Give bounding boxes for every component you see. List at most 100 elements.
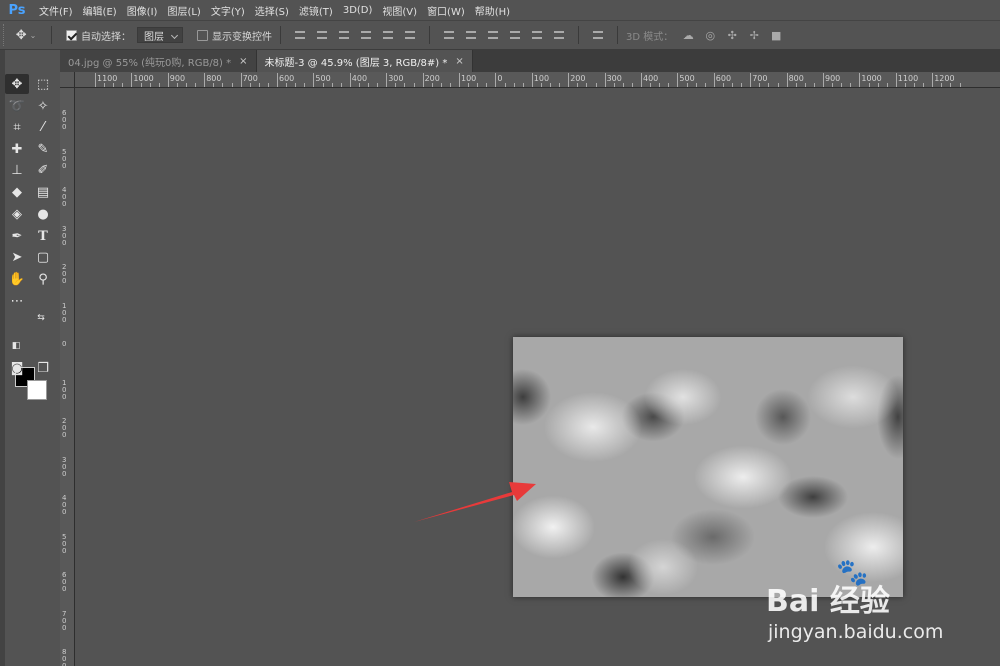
show-transform-checkbox[interactable] bbox=[197, 29, 208, 41]
scale-3d-icon[interactable]: ■ bbox=[765, 26, 787, 44]
auto-select-target-dropdown[interactable]: 图层 bbox=[137, 27, 183, 43]
distribute-bottom-icon[interactable] bbox=[482, 26, 504, 44]
eyedropper-tool-icon[interactable]: ⁄ bbox=[31, 117, 55, 137]
ruler-h-tick bbox=[732, 83, 733, 87]
ruler-h-tick bbox=[668, 83, 670, 87]
close-icon[interactable]: × bbox=[455, 56, 463, 67]
pan-3d-icon[interactable]: ✣ bbox=[721, 26, 743, 44]
auto-select-checkbox[interactable] bbox=[66, 29, 77, 41]
ruler-h-tick bbox=[559, 83, 561, 87]
distribute-right-icon[interactable] bbox=[548, 26, 570, 44]
lasso-tool-icon[interactable]: ➰ bbox=[5, 96, 29, 116]
ruler-h-tick bbox=[104, 83, 106, 87]
ruler-h-label: 1000 bbox=[861, 74, 882, 83]
background-color-swatch[interactable] bbox=[27, 380, 47, 400]
menu-edit[interactable]: 编辑(E) bbox=[78, 3, 122, 18]
screen-mode-icon[interactable]: ❐ bbox=[31, 358, 55, 378]
menu-help[interactable]: 帮助(H) bbox=[470, 3, 515, 18]
ruler-h-tick bbox=[422, 73, 424, 87]
roll-3d-icon[interactable]: ◎ bbox=[699, 26, 721, 44]
move-tool-icon[interactable]: ✥ bbox=[5, 74, 29, 94]
history-brush-tool-icon[interactable]: ✐ bbox=[31, 160, 55, 180]
distribute-hcenter-icon[interactable] bbox=[526, 26, 548, 44]
align-right-icon[interactable] bbox=[399, 26, 421, 44]
marquee-tool-icon[interactable]: ⬚ bbox=[31, 74, 55, 94]
divider bbox=[578, 26, 579, 44]
ruler-origin[interactable] bbox=[60, 72, 75, 88]
ruler-h-tick bbox=[459, 73, 460, 87]
watermark-url: jingyan.baidu.com bbox=[768, 621, 944, 643]
distribute-vcenter-icon[interactable] bbox=[460, 26, 482, 44]
magic-wand-tool-icon[interactable]: ✧ bbox=[31, 96, 55, 116]
default-colors-icon[interactable]: ◧ bbox=[10, 340, 22, 352]
ruler-v-label: 600 bbox=[62, 571, 67, 593]
tab-label: 04.jpg @ 55% (纯玩0购, RGB/8) * bbox=[68, 57, 232, 69]
align-left-icon[interactable] bbox=[355, 26, 377, 44]
hand-tool-icon[interactable]: ✋ bbox=[5, 269, 29, 289]
ruler-h-label: 500 bbox=[679, 74, 695, 83]
eraser-tool-icon[interactable]: ◆ bbox=[5, 182, 29, 202]
path-selection-tool-icon[interactable]: ➤ bbox=[5, 247, 29, 267]
blur-tool-icon[interactable]: ◈ bbox=[5, 204, 29, 224]
ruler-h-tick bbox=[595, 83, 597, 87]
crop-tool-icon[interactable]: ⌗ bbox=[5, 117, 29, 137]
align-vcenter-icon[interactable] bbox=[311, 26, 333, 44]
ruler-h-tick bbox=[495, 73, 497, 87]
ruler-h-tick bbox=[713, 73, 715, 87]
pen-tool-icon[interactable]: ✒ bbox=[5, 226, 29, 246]
close-icon[interactable]: × bbox=[239, 56, 247, 67]
menu-type[interactable]: 文字(Y) bbox=[206, 3, 250, 18]
tab-04-jpg[interactable]: 04.jpg @ 55% (纯玩0购, RGB/8) * × bbox=[60, 50, 257, 72]
auto-align-icon[interactable] bbox=[587, 26, 609, 44]
ruler-h-tick bbox=[195, 83, 197, 87]
clone-stamp-tool-icon[interactable]: ⊥ bbox=[5, 160, 29, 180]
dodge-tool-icon[interactable]: ● bbox=[31, 204, 55, 224]
align-hcenter-icon[interactable] bbox=[377, 26, 399, 44]
ruler-h-label: 200 bbox=[424, 74, 440, 83]
menu-filter[interactable]: 滤镜(T) bbox=[294, 3, 338, 18]
menu-select[interactable]: 选择(S) bbox=[250, 3, 294, 18]
move-tool-preset-button[interactable]: ✥ ⌄ bbox=[9, 24, 43, 46]
slide-3d-icon[interactable]: ✢ bbox=[743, 26, 765, 44]
ruler-h-tick bbox=[176, 83, 178, 87]
type-tool-icon[interactable]: T bbox=[31, 226, 55, 246]
menu-window[interactable]: 窗口(W) bbox=[422, 3, 470, 18]
rectangle-tool-icon[interactable]: ▢ bbox=[31, 247, 55, 267]
brush-tool-icon[interactable]: ✎ bbox=[31, 139, 55, 159]
menu-layer[interactable]: 图层(L) bbox=[162, 3, 205, 18]
orbit-3d-icon[interactable]: ☁ bbox=[677, 26, 699, 44]
chevron-down-icon: ⌄ bbox=[29, 30, 37, 40]
ruler-h-tick bbox=[449, 83, 451, 87]
divider bbox=[280, 26, 281, 44]
align-top-icon[interactable] bbox=[289, 26, 311, 44]
auto-select-label: 自动选择： bbox=[81, 31, 131, 43]
ruler-v-label: 0 bbox=[62, 340, 67, 348]
ruler-h-label: 400 bbox=[643, 74, 659, 83]
distribute-top-icon[interactable] bbox=[438, 26, 460, 44]
horizontal-ruler[interactable]: 1100 1000 900 800 700 600 500 400 300 200 100 0 100 2… bbox=[75, 72, 1000, 88]
menu-view[interactable]: 视图(V) bbox=[377, 3, 422, 18]
ruler-h-tick bbox=[431, 83, 433, 87]
swap-colors-icon[interactable]: ⇆ bbox=[34, 312, 48, 324]
vertical-ruler[interactable]: 600 500 400 300 200 100 0 100 200 300 400 500 600 700… bbox=[60, 88, 75, 666]
ruler-h-tick bbox=[213, 83, 215, 87]
ruler-h-tick bbox=[868, 83, 870, 87]
tab-untitled-3[interactable]: 未标题-3 @ 45.9% (图层 3, RGB/8#) * × bbox=[256, 50, 473, 72]
zoom-tool-icon[interactable]: ⚲ bbox=[31, 269, 55, 289]
ruler-v-label: 400 bbox=[62, 494, 67, 516]
ruler-h-label: 300 bbox=[388, 74, 404, 83]
more-tools-icon[interactable]: ⋯ bbox=[5, 291, 29, 311]
align-bottom-icon[interactable] bbox=[333, 26, 355, 44]
menu-file[interactable]: 文件(F) bbox=[34, 3, 78, 18]
ruler-h-tick bbox=[304, 83, 306, 87]
ruler-v-label: 200 bbox=[62, 417, 67, 439]
ruler-h-tick bbox=[923, 83, 925, 87]
ruler-h-tick bbox=[813, 83, 815, 87]
gradient-tool-icon[interactable]: ▤ bbox=[31, 182, 55, 202]
quick-mask-icon[interactable]: ◙ bbox=[5, 358, 29, 378]
menu-image[interactable]: 图像(I) bbox=[122, 3, 163, 18]
ruler-h-tick bbox=[759, 83, 761, 87]
distribute-left-icon[interactable] bbox=[504, 26, 526, 44]
menu-3d[interactable]: 3D(D) bbox=[338, 5, 378, 16]
healing-brush-tool-icon[interactable]: ✚ bbox=[5, 139, 29, 159]
